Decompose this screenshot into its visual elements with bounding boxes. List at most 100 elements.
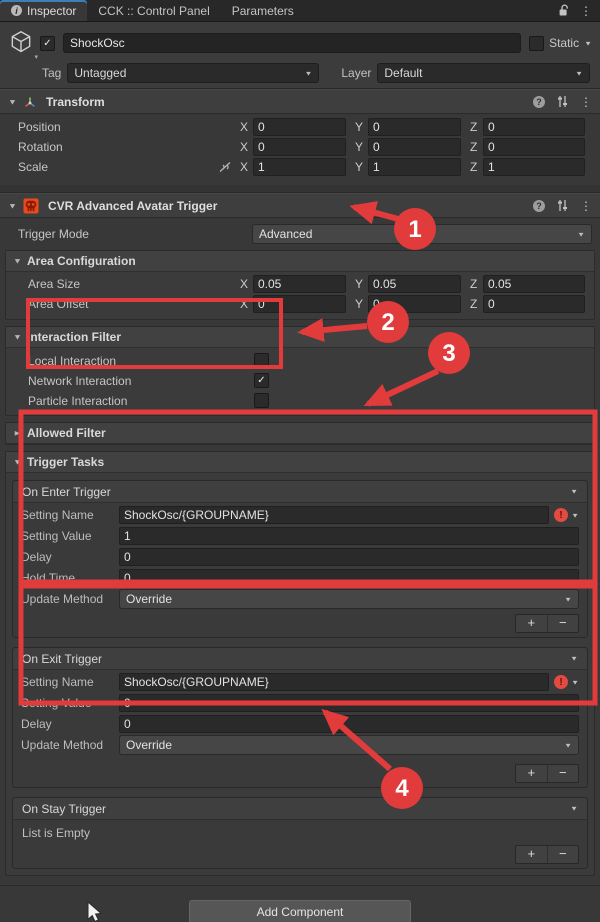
hold-time-label: Hold Time [21,571,119,585]
add-component-button[interactable]: Add Component [189,900,411,922]
interaction-filter-header[interactable]: ▼ Interaction Filter [6,327,594,348]
local-interaction-checkbox[interactable] [254,353,269,368]
cvr-trigger-title: CVR Advanced Avatar Trigger [48,199,217,213]
area-offset-x-field[interactable]: 0 [253,295,346,313]
gameobject-name-input[interactable]: ShockOsc [63,33,521,53]
scale-z-field[interactable]: 1 [483,158,585,176]
transform-kebab-icon[interactable]: ⋮ [580,95,592,109]
area-size-x-field[interactable]: 0.05 [253,275,346,293]
add-task-button[interactable]: + [516,765,547,782]
particle-interaction-checkbox[interactable] [254,393,269,408]
update-method-label: Update Method [21,592,119,606]
scale-y-field[interactable]: 1 [368,158,461,176]
tab-inspector[interactable]: i Inspector [0,0,87,21]
gameobject-icon[interactable]: ▾ [8,28,40,58]
area-size-z-field[interactable]: 0.05 [483,275,585,293]
setting-name-field[interactable]: ShockOsc/{GROUPNAME} [119,673,549,691]
setting-name-label: Setting Name [21,508,119,522]
tab-parameters[interactable]: Parameters [221,0,305,21]
rotation-z-field[interactable]: 0 [483,138,585,156]
add-task-button[interactable]: + [516,846,547,863]
tag-value: Untagged [74,66,126,80]
on-enter-trigger-header[interactable]: On Enter Trigger ▼ [13,481,587,503]
gameobject-header: ▾ ✓ ShockOsc Static ▼ Tag Untagged ▼ Lay… [0,22,600,89]
on-stay-dropdown-arrow-icon[interactable]: ▼ [570,805,578,812]
rotation-y-field[interactable]: 0 [368,138,461,156]
scale-x-field[interactable]: 1 [253,158,346,176]
network-interaction-checkbox[interactable]: ✓ [254,373,269,388]
remove-task-button[interactable]: − [547,615,579,632]
cvr-trigger-header[interactable]: ▼ CVR Advanced Avatar Trigger ? ⋮ [0,193,600,218]
position-y-field[interactable]: 0 [368,118,461,136]
on-exit-trigger-list: On Exit Trigger ▼ Setting Name ShockOsc/… [12,647,588,788]
static-dropdown-arrow-icon[interactable]: ▼ [584,39,592,46]
delay-field[interactable]: 0 [119,548,579,566]
add-task-button[interactable]: + [516,615,547,632]
trigger-tasks-header[interactable]: ▼ Trigger Tasks [6,452,594,473]
tab-bar: i Inspector CCK :: Control Panel Paramet… [0,0,600,22]
x-letter: X [240,297,249,311]
position-z-field[interactable]: 0 [483,118,585,136]
area-config-foldout-icon[interactable]: ▼ [13,257,23,266]
setting-value-field[interactable]: 0 [119,694,579,712]
setting-name-dropdown-arrow-icon[interactable]: ▼ [571,678,579,685]
tab-menu-kebab-icon[interactable]: ⋮ [580,4,592,18]
remove-task-button[interactable]: − [547,846,579,863]
error-icon: ! [554,675,568,689]
help-icon[interactable]: ? [533,200,545,212]
info-icon: i [11,5,22,16]
update-method-arrow-icon: ▼ [564,741,572,748]
delay-field[interactable]: 0 [119,715,579,733]
setting-name-row: Setting Name ShockOsc/{GROUPNAME} ! ▼ [21,673,579,691]
cvr-component-icon [23,198,39,214]
area-size-y-field[interactable]: 0.05 [368,275,461,293]
allowed-filter-foldout-icon[interactable]: ► [13,429,23,438]
tab-cck-control-panel[interactable]: CCK :: Control Panel [87,0,220,21]
area-offset-z-field[interactable]: 0 [483,295,585,313]
cvr-foldout-icon[interactable]: ▼ [8,201,18,210]
presets-icon[interactable] [556,199,569,212]
on-exit-trigger-header[interactable]: On Exit Trigger ▼ [13,648,587,670]
trigger-mode-arrow-icon: ▼ [577,230,585,237]
trigger-mode-dropdown[interactable]: Advanced ▼ [252,224,592,244]
hold-time-field[interactable]: 0 [119,569,579,587]
active-checkbox[interactable]: ✓ [40,36,55,51]
delay-label: Delay [21,717,119,731]
rotation-x-field[interactable]: 0 [253,138,346,156]
on-exit-dropdown-arrow-icon[interactable]: ▼ [570,655,578,662]
update-method-dropdown[interactable]: Override ▼ [119,735,579,755]
cvr-kebab-icon[interactable]: ⋮ [580,199,592,213]
y-letter: Y [355,120,364,134]
help-icon[interactable]: ? [533,96,545,108]
setting-value-label: Setting Value [21,696,119,710]
presets-icon[interactable] [556,95,569,108]
static-checkbox[interactable] [529,36,544,51]
link-broken-icon[interactable] [218,161,232,173]
interaction-filter-foldout-icon[interactable]: ▼ [13,333,23,342]
tag-dropdown[interactable]: Untagged ▼ [67,63,319,83]
remove-task-button[interactable]: − [547,765,579,782]
rotation-row: Rotation X 0 Y 0 Z 0 [18,138,585,156]
local-interaction-row: Local Interaction [28,351,585,370]
position-x-field[interactable]: 0 [253,118,346,136]
setting-value-field[interactable]: 1 [119,527,579,545]
update-method-dropdown[interactable]: Override ▼ [119,589,579,609]
setting-name-dropdown-arrow-icon[interactable]: ▼ [571,511,579,518]
interaction-filter-title: Interaction Filter [27,330,121,344]
layer-dropdown[interactable]: Default ▼ [377,63,590,83]
area-offset-y-field[interactable]: 0 [368,295,461,313]
transform-header[interactable]: ▼ Transform ? ⋮ [0,89,600,114]
icon-picker-arrow[interactable]: ▾ [34,53,38,61]
area-configuration-header[interactable]: ▼ Area Configuration [6,251,594,272]
on-enter-dropdown-arrow-icon[interactable]: ▼ [570,488,578,495]
transform-foldout-icon[interactable]: ▼ [8,97,18,106]
layer-value: Default [384,66,422,80]
x-letter: X [240,160,249,174]
trigger-tasks-foldout-icon[interactable]: ▼ [13,458,23,467]
on-stay-trigger-header[interactable]: On Stay Trigger ▼ [13,798,587,820]
allowed-filter-header[interactable]: ► Allowed Filter [6,423,594,444]
setting-name-field[interactable]: ShockOsc/{GROUPNAME} [119,506,549,524]
list-empty-label: List is Empty [21,823,579,842]
setting-name-label: Setting Name [21,675,119,689]
unlock-icon[interactable] [558,4,570,17]
